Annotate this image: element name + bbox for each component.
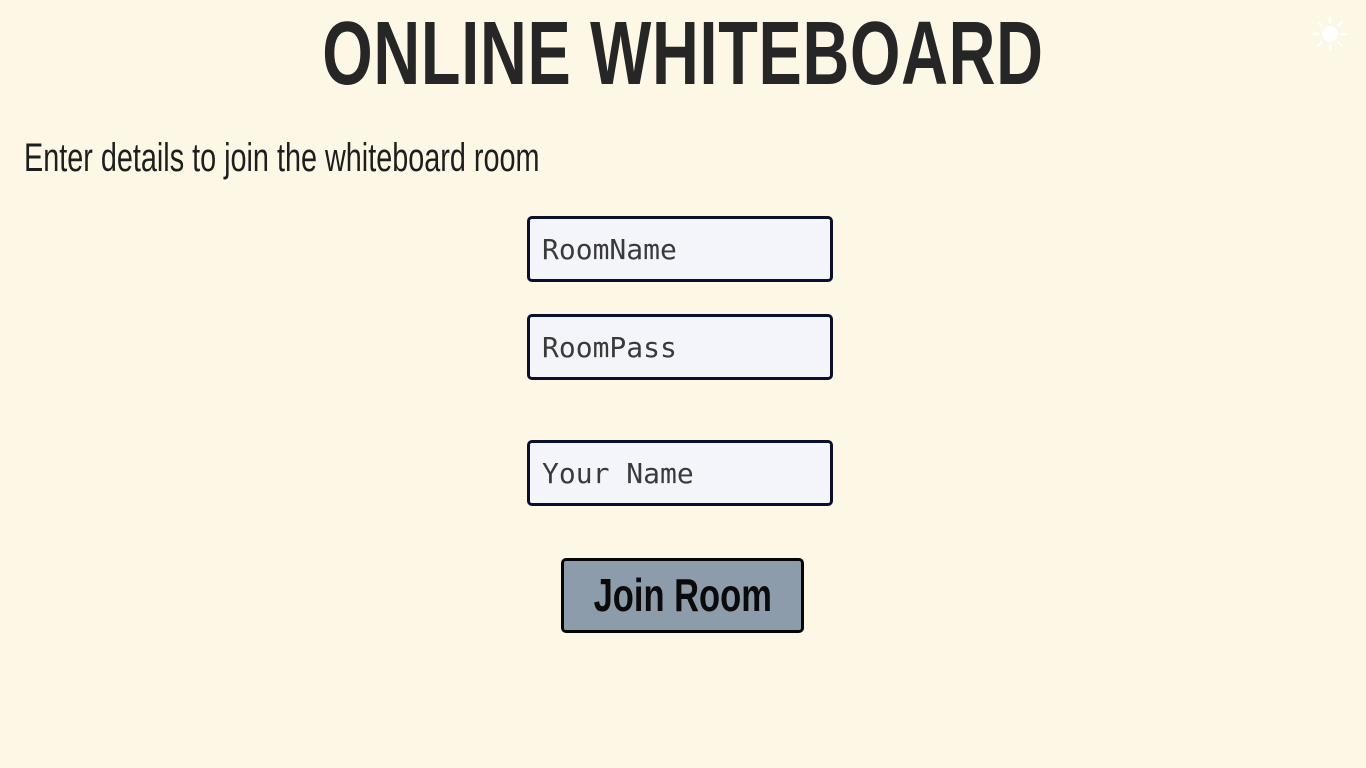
room-name-input[interactable] [527, 216, 833, 282]
join-room-button[interactable]: Join Room [561, 558, 804, 633]
theme-toggle-button[interactable] [1312, 16, 1348, 52]
join-instructions: Enter details to join the whiteboard roo… [24, 136, 540, 180]
join-room-label: Join Room [593, 569, 772, 621]
page-title: ONLINE WHITEBOARD [322, 4, 1044, 104]
room-pass-input[interactable] [527, 314, 833, 380]
sun-icon [1312, 16, 1348, 52]
your-name-input[interactable] [527, 440, 833, 506]
